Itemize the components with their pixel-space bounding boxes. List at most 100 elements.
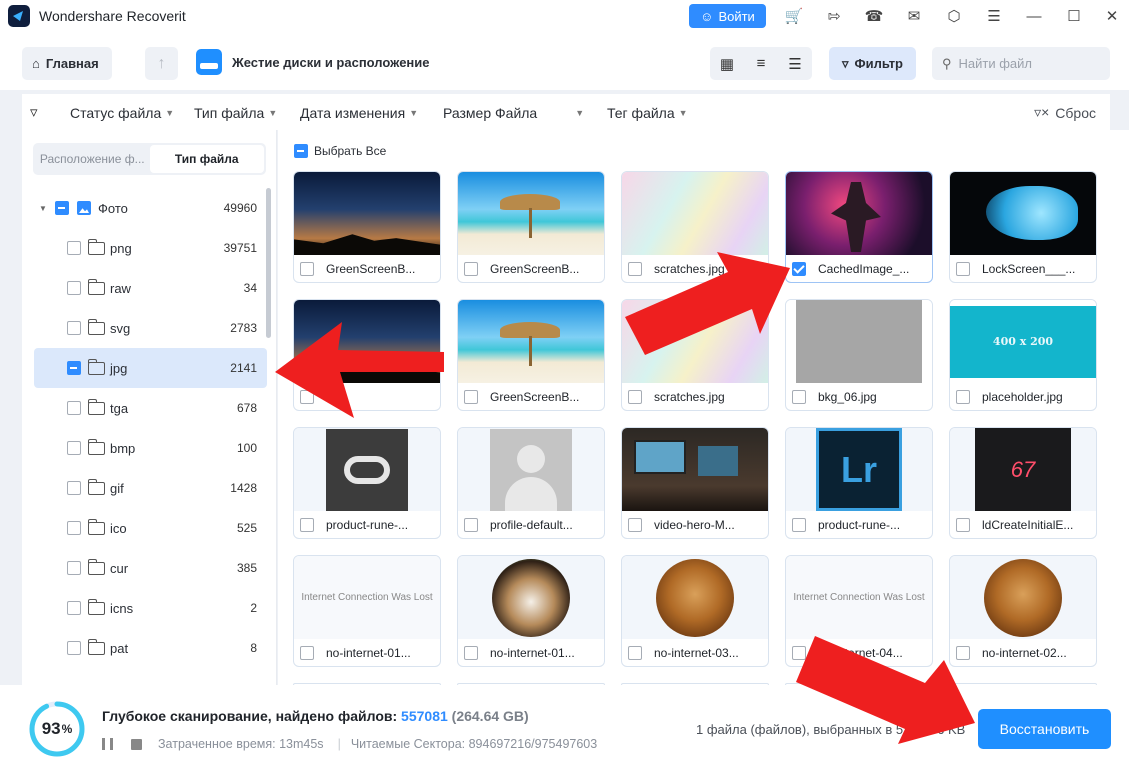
export-icon[interactable]: ⇰ (824, 6, 844, 26)
filter-file-status[interactable]: Статус файла ▼ (70, 105, 174, 121)
file-checkbox[interactable] (464, 645, 478, 660)
file-checkbox[interactable] (464, 389, 478, 404)
select-all-checkbox[interactable] (294, 144, 308, 158)
search-input[interactable] (958, 56, 1099, 71)
tree-item-ico[interactable]: ico 525 (22, 508, 267, 548)
close-icon[interactable]: ✕ (1102, 6, 1122, 26)
file-card[interactable]: GreenScreenB... (457, 171, 605, 283)
file-checkbox[interactable] (792, 389, 806, 404)
file-card[interactable]: Lr product-rune-... (785, 427, 933, 539)
file-card[interactable]: CachedImage_... (785, 171, 933, 283)
file-thumbnail[interactable]: Internet Connection Was Lost (786, 556, 932, 639)
checkbox[interactable] (67, 561, 81, 575)
filter-file-type[interactable]: Тип файла ▼ (194, 105, 277, 121)
file-card[interactable]: profile-default... (457, 427, 605, 539)
file-card[interactable]: scratches.jpg (621, 299, 769, 411)
file-thumbnail[interactable]: Internet Connection Was Lost (294, 556, 440, 639)
file-checkbox[interactable] (956, 517, 970, 532)
tree-item-png[interactable]: png 39751 (22, 228, 267, 268)
file-card[interactable]: Internet Connection Was Lost no-internet-… (293, 555, 441, 667)
tree-item-bmp[interactable]: bmp 100 (22, 428, 267, 468)
file-card[interactable]: no-internet-03... (621, 555, 769, 667)
detail-view-icon[interactable]: ≡ (744, 47, 778, 80)
tree-item-jpg[interactable]: jpg 2141 (34, 348, 267, 388)
checkbox[interactable] (67, 641, 81, 655)
file-thumbnail[interactable] (950, 556, 1096, 639)
file-checkbox[interactable] (300, 261, 314, 276)
file-card[interactable]: video-hero-M... (621, 427, 769, 539)
checkbox[interactable] (67, 481, 81, 495)
file-thumbnail[interactable] (458, 428, 604, 511)
tree-item-icns[interactable]: icns 2 (22, 588, 267, 628)
mail-icon[interactable]: ✉ (904, 6, 924, 26)
file-checkbox[interactable] (300, 517, 314, 532)
up-button[interactable]: ↑ (145, 47, 178, 80)
sidebar-scrollbar[interactable] (266, 188, 271, 338)
list-view-icon[interactable]: ☰ (778, 47, 812, 80)
checkbox[interactable] (67, 401, 81, 415)
headset-icon[interactable]: ☎ (864, 6, 884, 26)
file-thumbnail[interactable] (294, 300, 440, 383)
file-card[interactable]: GreenScreenB... (293, 171, 441, 283)
checkbox[interactable] (67, 241, 81, 255)
file-thumbnail[interactable] (622, 300, 768, 383)
file-card[interactable]: bkg_06.jpg (785, 299, 933, 411)
file-thumbnail[interactable] (458, 172, 604, 255)
checklist-icon[interactable]: ☰ (984, 6, 1004, 26)
file-card[interactable]: no-internet-02... (949, 555, 1097, 667)
filter-date-modified[interactable]: Дата изменения ▼ (300, 105, 418, 121)
filter-button[interactable]: ▿ Фильтр (829, 47, 916, 80)
filter-file-size[interactable]: Размер Файла ▼ (443, 105, 584, 121)
pause-icon[interactable] (102, 738, 113, 750)
checkbox[interactable] (67, 281, 81, 295)
checkbox[interactable] (67, 441, 81, 455)
file-checkbox[interactable] (464, 261, 478, 276)
file-thumbnail[interactable] (950, 172, 1096, 255)
file-card[interactable]: 400 x 200 placeholder.jpg (949, 299, 1097, 411)
chevron-down-icon[interactable]: ▼ (39, 204, 47, 213)
file-card[interactable]: product-rune-... (293, 427, 441, 539)
login-button[interactable]: ☺ Войти (689, 4, 766, 28)
file-thumbnail[interactable] (786, 300, 932, 383)
file-checkbox[interactable] (792, 261, 806, 276)
tree-item-cur[interactable]: cur 385 (22, 548, 267, 588)
file-thumbnail[interactable] (786, 172, 932, 255)
file-thumbnail[interactable] (458, 556, 604, 639)
file-thumbnail[interactable] (622, 428, 768, 511)
reset-filters-button[interactable]: ▿× Сброс (1034, 104, 1096, 121)
file-thumbnail[interactable] (622, 172, 768, 255)
file-checkbox[interactable] (956, 645, 970, 660)
file-thumbnail[interactable] (458, 300, 604, 383)
grid-view-icon[interactable]: ▦ (710, 47, 744, 80)
file-card[interactable] (293, 299, 441, 411)
stop-icon[interactable] (131, 738, 142, 750)
filter-file-tag[interactable]: Тег файла ▼ (607, 105, 688, 121)
file-thumbnail[interactable] (294, 172, 440, 255)
tab-file-location[interactable]: Расположение ф... (35, 145, 150, 173)
checkbox[interactable] (55, 201, 69, 215)
file-checkbox[interactable] (628, 517, 642, 532)
file-thumbnail[interactable]: 400 x 200 (950, 300, 1096, 383)
file-checkbox[interactable] (300, 645, 314, 660)
file-checkbox[interactable] (628, 389, 642, 404)
file-card[interactable]: 67 ldCreateInitialE... (949, 427, 1097, 539)
recover-button[interactable]: Восстановить (978, 709, 1111, 749)
file-checkbox[interactable] (628, 261, 642, 276)
checkbox[interactable] (67, 361, 81, 375)
file-card[interactable]: no-internet-01... (457, 555, 605, 667)
file-thumbnail[interactable] (622, 556, 768, 639)
file-card[interactable]: GreenScreenB... (457, 299, 605, 411)
cube-icon[interactable]: ⬡ (944, 6, 964, 26)
file-card[interactable]: scratches.jpg (621, 171, 769, 283)
tree-item-gif[interactable]: gif 1428 (22, 468, 267, 508)
tree-item-tga[interactable]: tga 678 (22, 388, 267, 428)
tree-item-photo[interactable]: ▼ Фото 49960 (22, 188, 267, 228)
checkbox[interactable] (67, 521, 81, 535)
tree-item-pat[interactable]: pat 8 (22, 628, 267, 668)
checkbox[interactable] (67, 601, 81, 615)
cart-icon[interactable]: 🛒 (784, 6, 804, 26)
home-button[interactable]: ⌂ Главная (22, 47, 112, 80)
file-card[interactable]: LockScreen___... (949, 171, 1097, 283)
tree-item-raw[interactable]: raw 34 (22, 268, 267, 308)
file-thumbnail[interactable]: Lr (786, 428, 932, 511)
